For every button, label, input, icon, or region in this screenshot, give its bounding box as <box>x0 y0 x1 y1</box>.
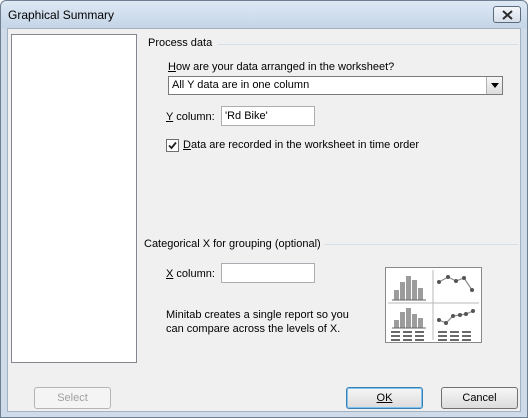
arrangement-question-label: How are your data arranged in the worksh… <box>168 61 395 73</box>
process-data-divider <box>218 44 518 45</box>
x-column-label-text: column: <box>173 268 215 280</box>
x-column-label: X column: <box>166 268 215 280</box>
ok-button[interactable]: OK <box>346 387 423 409</box>
process-data-group-label: Process data <box>148 37 213 49</box>
y-column-value: 'Rd Bike' <box>225 110 268 122</box>
time-order-label-text: ata are recorded in the worksheet in tim… <box>190 139 420 151</box>
title-bar: Graphical Summary <box>1 1 527 28</box>
cancel-button[interactable]: Cancel <box>441 387 518 409</box>
time-order-label[interactable]: Data are recorded in the worksheet in ti… <box>183 139 419 151</box>
dialog-body: Process data How are your data arranged … <box>7 28 521 412</box>
ok-button-label: OK <box>376 392 393 404</box>
dialog-window: Graphical Summary Process data How are y… <box>0 0 528 418</box>
grouping-note-line1: Minitab creates a single report so you <box>166 309 349 321</box>
y-column-label: Y column: <box>166 111 215 123</box>
x-column-field[interactable] <box>221 263 315 283</box>
dropdown-button[interactable] <box>486 77 502 94</box>
check-icon <box>168 141 177 150</box>
select-button-label: Select <box>57 392 88 404</box>
grouping-note-line2: can compare across the levels of X. <box>166 323 341 335</box>
window-title: Graphical Summary <box>8 8 115 22</box>
categorical-group-label: Categorical X for grouping (optional) <box>144 238 321 250</box>
close-button[interactable] <box>493 6 521 23</box>
time-order-checkbox[interactable] <box>166 139 179 152</box>
arrangement-dropdown[interactable]: All Y data are in one column <box>168 76 503 95</box>
chevron-down-icon <box>490 83 499 88</box>
grouping-note: Minitab creates a single report so you c… <box>166 308 366 336</box>
arrangement-question-text: ow are your data arranged in the workshe… <box>175 61 395 73</box>
variable-list[interactable] <box>11 34 137 363</box>
y-column-field[interactable]: 'Rd Bike' <box>221 106 315 126</box>
cancel-button-label: Cancel <box>462 392 497 404</box>
arrangement-dropdown-value: All Y data are in one column <box>172 79 310 91</box>
select-button[interactable]: Select <box>34 387 111 409</box>
y-column-label-text: column: <box>173 111 215 123</box>
categorical-divider <box>324 244 518 245</box>
close-icon <box>501 9 513 20</box>
report-preview-icon <box>385 267 482 343</box>
